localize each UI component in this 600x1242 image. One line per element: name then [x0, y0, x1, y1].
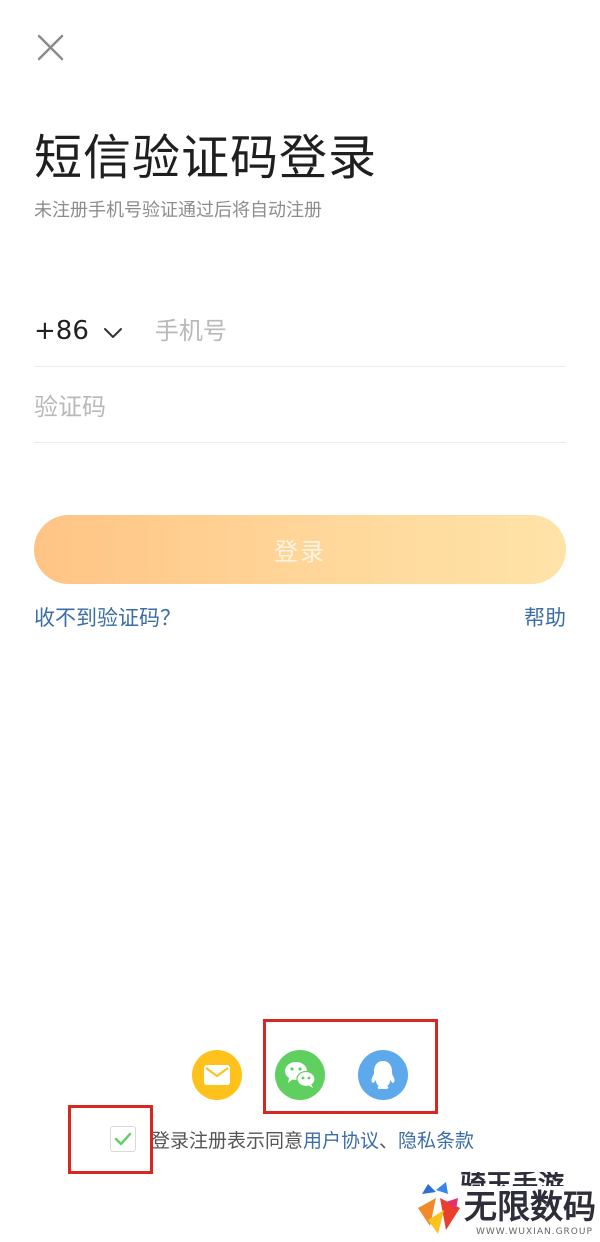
phone-input[interactable]	[154, 309, 535, 353]
watermark-sub-text: WWW.WUXIAN.GROUP	[476, 1227, 593, 1237]
agreement-prefix: 登录注册表示同意	[151, 1130, 304, 1152]
verification-code-input[interactable]	[34, 385, 554, 429]
email-login-button[interactable]	[192, 1050, 242, 1100]
close-button[interactable]	[30, 28, 70, 68]
agreement-checkbox[interactable]	[110, 1126, 136, 1152]
no-code-link[interactable]: 收不到验证码？	[34, 603, 181, 633]
page-subtitle: 未注册手机号验证通过后将自动注册	[34, 200, 322, 221]
watermark: 骑玉手游 无限数码 WWW.WUXIAN.GROUP	[416, 1172, 596, 1238]
email-icon	[204, 1065, 230, 1085]
login-button[interactable]: 登录	[34, 515, 566, 584]
watermark-logo-icon	[418, 1182, 460, 1234]
help-link[interactable]: 帮助	[524, 603, 566, 633]
check-icon	[114, 1132, 132, 1146]
watermark-main-text: 无限数码	[464, 1187, 596, 1226]
highlight-box-social	[263, 1019, 438, 1114]
country-code-selector[interactable]: +86	[34, 316, 123, 346]
agreement-text: 登录注册表示同意用户协议、隐私条款	[151, 1127, 474, 1155]
close-icon	[37, 34, 64, 61]
phone-row: +86	[34, 296, 566, 367]
page-title: 短信验证码登录	[34, 130, 378, 186]
privacy-terms-link[interactable]: 隐私条款	[398, 1130, 474, 1152]
agreement-separator: 、	[379, 1130, 399, 1152]
country-code-label: +86	[34, 316, 89, 346]
chevron-down-icon	[103, 328, 122, 338]
code-row	[34, 372, 566, 443]
watermark-top-text: 骑玉手游	[460, 1172, 564, 1186]
user-agreement-link[interactable]: 用户协议	[303, 1130, 379, 1152]
